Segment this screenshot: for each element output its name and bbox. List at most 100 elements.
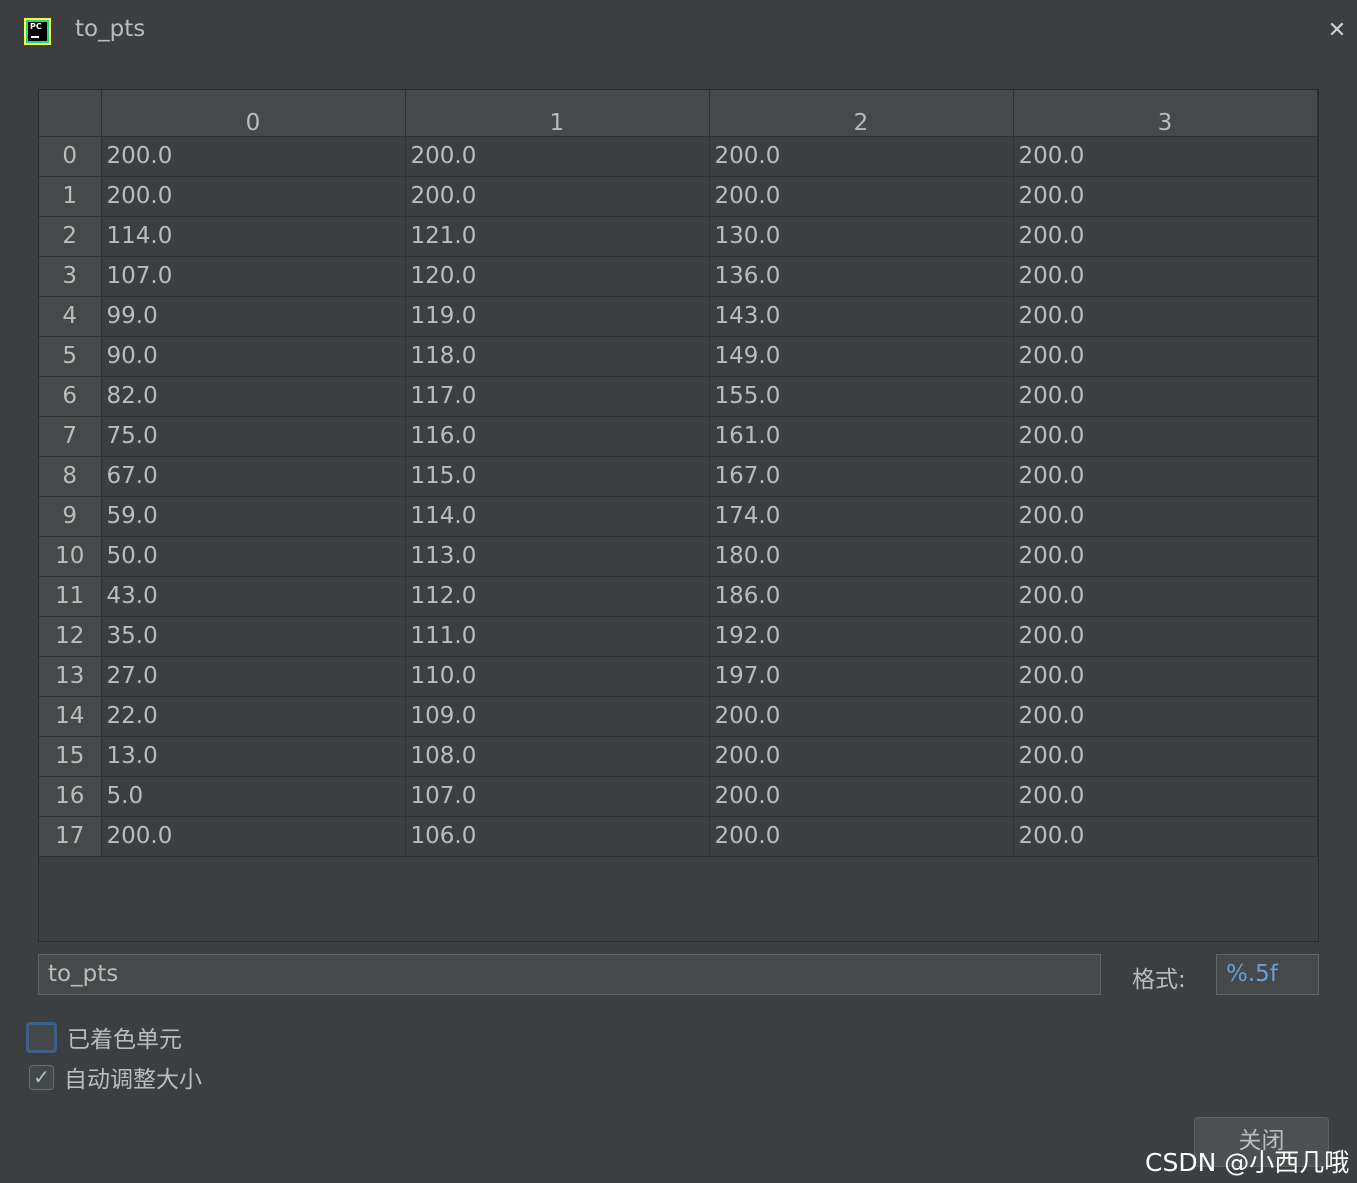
table-cell[interactable]: 200.0 — [1013, 136, 1318, 177]
table-cell[interactable]: 200.0 — [709, 696, 1014, 737]
table-cell[interactable]: 161.0 — [709, 416, 1014, 457]
table-row[interactable]: 5 90.0 118.0 149.0 200.0 — [39, 336, 1318, 377]
table-row[interactable]: 13 27.0 110.0 197.0 200.0 — [39, 656, 1318, 697]
table-cell[interactable]: 107.0 — [405, 776, 710, 817]
table-cell[interactable]: 200.0 — [1013, 536, 1318, 577]
table-cell[interactable]: 180.0 — [709, 536, 1014, 577]
table-cell[interactable]: 174.0 — [709, 496, 1014, 537]
table-cell[interactable]: 113.0 — [405, 536, 710, 577]
table-cell[interactable]: 200.0 — [1013, 776, 1318, 817]
format-input[interactable]: %.5f — [1216, 954, 1319, 995]
table-cell[interactable]: 43.0 — [101, 576, 406, 617]
table-row[interactable]: 3 107.0 120.0 136.0 200.0 — [39, 256, 1318, 297]
table-cell[interactable]: 200.0 — [405, 176, 710, 217]
table-cell[interactable]: 200.0 — [1013, 296, 1318, 337]
colored-cells-option[interactable]: 已着色单元 — [26, 1021, 182, 1053]
table-cell[interactable]: 200.0 — [709, 816, 1014, 857]
table-cell[interactable]: 115.0 — [405, 456, 710, 497]
table-cell[interactable]: 106.0 — [405, 816, 710, 857]
table-cell[interactable]: 114.0 — [101, 216, 406, 257]
table-cell[interactable]: 99.0 — [101, 296, 406, 337]
table-cell[interactable]: 200.0 — [1013, 616, 1318, 657]
table-row[interactable]: 10 50.0 113.0 180.0 200.0 — [39, 536, 1318, 577]
table-cell[interactable]: 200.0 — [1013, 456, 1318, 497]
close-icon[interactable]: ✕ — [1326, 20, 1348, 42]
table-cell[interactable]: 117.0 — [405, 376, 710, 417]
table-row[interactable]: 8 67.0 115.0 167.0 200.0 — [39, 456, 1318, 497]
table-cell[interactable]: 200.0 — [1013, 336, 1318, 377]
table-cell[interactable]: 108.0 — [405, 736, 710, 777]
table-cell[interactable]: 90.0 — [101, 336, 406, 377]
colored-cells-checkbox[interactable] — [26, 1021, 57, 1053]
column-header[interactable]: 0 — [101, 90, 406, 137]
table-cell[interactable]: 200.0 — [1013, 216, 1318, 257]
table-cell[interactable]: 120.0 — [405, 256, 710, 297]
table-row[interactable]: 11 43.0 112.0 186.0 200.0 — [39, 576, 1318, 617]
table-cell[interactable]: 67.0 — [101, 456, 406, 497]
table-cell[interactable]: 200.0 — [1013, 376, 1318, 417]
table-cell[interactable]: 200.0 — [1013, 696, 1318, 737]
table-cell[interactable]: 121.0 — [405, 216, 710, 257]
table-cell[interactable]: 110.0 — [405, 656, 710, 697]
table-cell[interactable]: 200.0 — [1013, 256, 1318, 297]
table-cell[interactable]: 200.0 — [1013, 736, 1318, 777]
table-cell[interactable]: 130.0 — [709, 216, 1014, 257]
table-row[interactable]: 6 82.0 117.0 155.0 200.0 — [39, 376, 1318, 417]
table-row[interactable]: 15 13.0 108.0 200.0 200.0 — [39, 736, 1318, 777]
table-cell[interactable]: 109.0 — [405, 696, 710, 737]
table-cell[interactable]: 143.0 — [709, 296, 1014, 337]
column-header[interactable]: 1 — [405, 90, 710, 137]
table-row[interactable]: 9 59.0 114.0 174.0 200.0 — [39, 496, 1318, 537]
table-cell[interactable]: 200.0 — [101, 816, 406, 857]
table-cell[interactable]: 119.0 — [405, 296, 710, 337]
table-cell[interactable]: 111.0 — [405, 616, 710, 657]
table-row[interactable]: 2 114.0 121.0 130.0 200.0 — [39, 216, 1318, 257]
table-cell[interactable]: 200.0 — [709, 736, 1014, 777]
table-cell[interactable]: 200.0 — [1013, 656, 1318, 697]
variable-name-field[interactable]: to_pts — [38, 954, 1101, 995]
table-row[interactable]: 12 35.0 111.0 192.0 200.0 — [39, 616, 1318, 657]
table-cell[interactable]: 22.0 — [101, 696, 406, 737]
table-row[interactable]: 17 200.0 106.0 200.0 200.0 — [39, 816, 1318, 857]
table-cell[interactable]: 114.0 — [405, 496, 710, 537]
data-table-container[interactable]: 0123 0 200.0 200.0 200.0 200.0 1 200.0 200.0 200… — [38, 89, 1319, 942]
table-cell[interactable]: 186.0 — [709, 576, 1014, 617]
table-cell[interactable]: 82.0 — [101, 376, 406, 417]
table-cell[interactable]: 200.0 — [101, 176, 406, 217]
table-cell[interactable]: 200.0 — [1013, 496, 1318, 537]
table-cell[interactable]: 136.0 — [709, 256, 1014, 297]
table-row[interactable]: 1 200.0 200.0 200.0 200.0 — [39, 176, 1318, 217]
table-cell[interactable]: 192.0 — [709, 616, 1014, 657]
table-row[interactable]: 4 99.0 119.0 143.0 200.0 — [39, 296, 1318, 337]
table-cell[interactable]: 35.0 — [101, 616, 406, 657]
column-header[interactable]: 2 — [709, 90, 1014, 137]
table-cell[interactable]: 149.0 — [709, 336, 1014, 377]
auto-resize-option[interactable]: ✓ 自动调整大小 — [26, 1061, 202, 1093]
table-cell[interactable]: 107.0 — [101, 256, 406, 297]
table-cell[interactable]: 200.0 — [405, 136, 710, 177]
table-row[interactable]: 0 200.0 200.0 200.0 200.0 — [39, 136, 1318, 177]
table-cell[interactable]: 200.0 — [709, 176, 1014, 217]
table-cell[interactable]: 167.0 — [709, 456, 1014, 497]
table-cell[interactable]: 27.0 — [101, 656, 406, 697]
table-cell[interactable]: 13.0 — [101, 736, 406, 777]
table-cell[interactable]: 5.0 — [101, 776, 406, 817]
table-cell[interactable]: 50.0 — [101, 536, 406, 577]
table-cell[interactable]: 200.0 — [101, 136, 406, 177]
table-cell[interactable]: 200.0 — [1013, 416, 1318, 457]
table-cell[interactable]: 155.0 — [709, 376, 1014, 417]
table-cell[interactable]: 75.0 — [101, 416, 406, 457]
table-cell[interactable]: 59.0 — [101, 496, 406, 537]
table-row[interactable]: 14 22.0 109.0 200.0 200.0 — [39, 696, 1318, 737]
table-cell[interactable]: 197.0 — [709, 656, 1014, 697]
table-row[interactable]: 16 5.0 107.0 200.0 200.0 — [39, 776, 1318, 817]
table-cell[interactable]: 118.0 — [405, 336, 710, 377]
table-cell[interactable]: 200.0 — [709, 776, 1014, 817]
column-header[interactable]: 3 — [1013, 90, 1318, 137]
table-cell[interactable]: 200.0 — [1013, 176, 1318, 217]
auto-resize-checkbox[interactable]: ✓ — [29, 1064, 54, 1090]
table-cell[interactable]: 200.0 — [1013, 576, 1318, 617]
table-cell[interactable]: 200.0 — [709, 136, 1014, 177]
table-cell[interactable]: 116.0 — [405, 416, 710, 457]
table-cell[interactable]: 200.0 — [1013, 816, 1318, 857]
